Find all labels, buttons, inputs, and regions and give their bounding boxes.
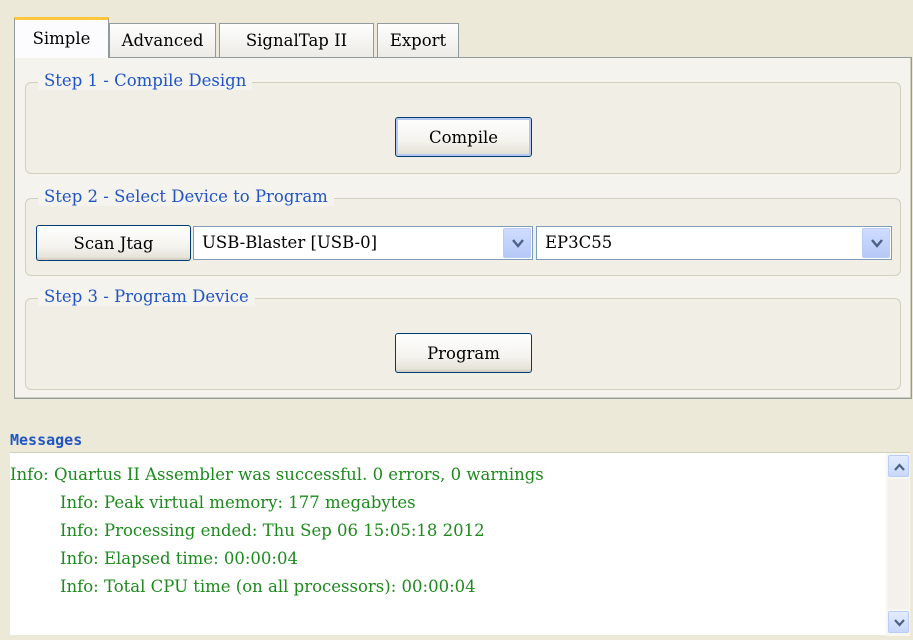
tab-advanced[interactable]: Advanced [109, 23, 216, 57]
chevron-down-icon[interactable] [862, 228, 890, 258]
messages-title: Messages [10, 431, 83, 449]
tab-signaltap[interactable]: SignalTap II [219, 23, 374, 57]
compile-button[interactable]: Compile [395, 117, 532, 157]
program-button[interactable]: Program [395, 333, 532, 373]
messages-list[interactable]: Info: Quartus II Assembler was successfu… [10, 452, 910, 636]
scrollbar-track[interactable] [888, 479, 909, 609]
scroll-down-icon[interactable] [888, 611, 909, 633]
cable-select-value: USB-Blaster [USB-0] [202, 233, 378, 252]
scan-jtag-button[interactable]: Scan Jtag [36, 225, 191, 261]
tab-export[interactable]: Export [377, 23, 459, 57]
message-line: Info: Total CPU time (on all processors)… [60, 577, 476, 596]
device-select-value: EP3C55 [545, 233, 613, 252]
message-line: Info: Elapsed time: 00:00:04 [60, 549, 298, 568]
message-line: Info: Quartus II Assembler was successfu… [10, 465, 544, 484]
step1-title: Step 1 - Compile Design [38, 71, 253, 90]
step1-group: Step 1 - Compile Design Compile [25, 71, 901, 174]
step2-group: Step 2 - Select Device to Program Scan J… [25, 187, 901, 276]
message-line: Info: Peak virtual memory: 177 megabytes [60, 493, 416, 512]
step3-title: Step 3 - Program Device [38, 287, 255, 306]
tab-simple[interactable]: Simple [14, 17, 109, 58]
simple-tab-panel: Step 1 - Compile Design Compile Step 2 -… [14, 57, 912, 399]
step2-title: Step 2 - Select Device to Program [38, 187, 334, 206]
messages-scrollbar[interactable] [886, 453, 910, 636]
chevron-down-icon[interactable] [503, 228, 531, 258]
cable-select[interactable]: USB-Blaster [USB-0] [193, 226, 533, 260]
device-select[interactable]: EP3C55 [536, 226, 892, 260]
message-line: Info: Processing ended: Thu Sep 06 15:05… [60, 521, 485, 540]
scroll-up-icon[interactable] [888, 455, 909, 477]
step3-group: Step 3 - Program Device Program [25, 287, 901, 390]
